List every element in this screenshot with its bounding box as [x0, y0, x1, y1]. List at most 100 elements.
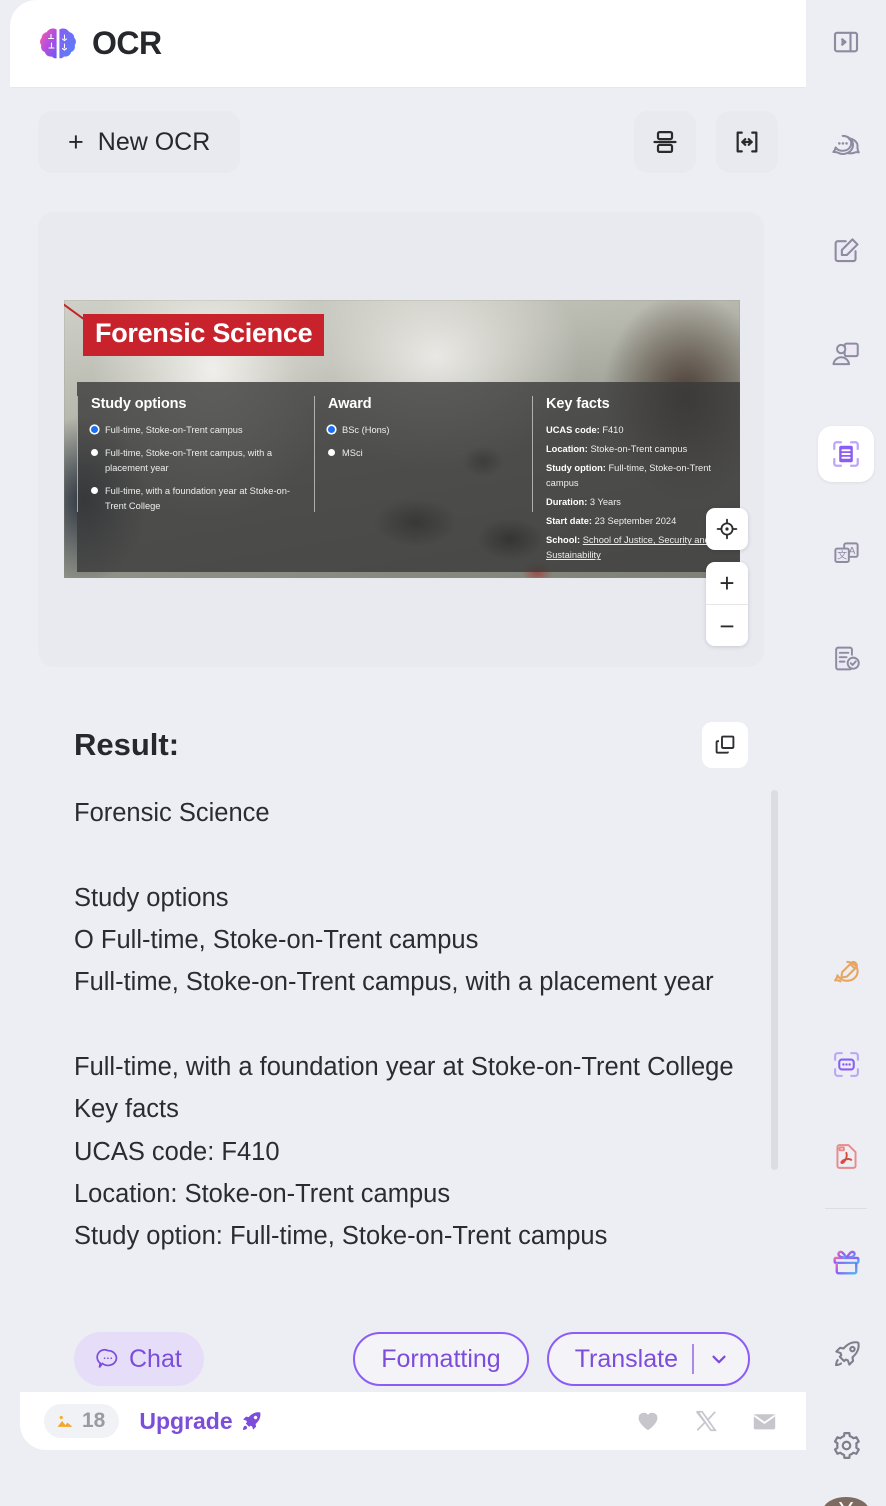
key-fact-row: Start date: 23 September 2024 — [546, 514, 726, 529]
scan-chat-icon — [831, 1049, 862, 1080]
document-check-icon — [831, 643, 862, 674]
sidebar-item-document-check[interactable] — [818, 630, 874, 686]
study-option-item: Full-time, Stoke-on-Trent campus — [91, 423, 300, 437]
toolbar: + New OCR — [10, 88, 806, 196]
credits-chip[interactable]: 18 — [44, 1404, 119, 1438]
formatting-button[interactable]: Formatting — [353, 1332, 528, 1386]
sidebar-item-person-image[interactable] — [818, 326, 874, 382]
translate-icon: 文 A — [831, 539, 862, 570]
translate-label: Translate — [575, 1345, 678, 1374]
sidebar-item-scan-chat[interactable] — [818, 1036, 874, 1092]
pdf-file-icon — [831, 1141, 862, 1172]
award-heading: Award — [328, 396, 518, 412]
study-option-label: Full-time, with a foundation year at Sto… — [105, 484, 300, 513]
edit-document-icon — [831, 235, 862, 266]
translate-button[interactable]: Translate — [547, 1332, 750, 1386]
award-label: MSci — [342, 446, 363, 460]
result-scrollbar[interactable] — [771, 790, 778, 1170]
award-label: BSc (Hons) — [342, 423, 390, 437]
fit-width-icon — [733, 128, 761, 156]
person-image-icon — [830, 338, 862, 370]
sidebar-item-gift[interactable] — [818, 1233, 874, 1289]
sidebar-item-ocr[interactable] — [818, 426, 874, 482]
rocket-icon — [831, 1338, 862, 1369]
key-fact-row: Study option: Full-time, Stoke-on-Trent … — [546, 461, 726, 491]
rocket-icon — [239, 1409, 263, 1433]
key-fact-value: 23 September 2024 — [595, 516, 677, 526]
right-sidebar: 文 A — [806, 0, 886, 1506]
upgrade-link[interactable]: Upgrade — [139, 1408, 262, 1435]
key-fact-row: UCAS code: F410 — [546, 423, 726, 438]
main-panel: OCR + New OCR — [0, 0, 806, 1506]
study-option-item: Full-time, with a foundation year at Sto… — [91, 484, 300, 513]
avatar[interactable]: Y — [823, 1497, 869, 1506]
panel-card: OCR + New OCR — [10, 0, 806, 1450]
translate-divider — [692, 1344, 694, 1374]
social-links — [635, 1408, 784, 1435]
result-text: Forensic Science Study options O Full-ti… — [74, 792, 746, 1258]
study-option-label: Full-time, Stoke-on-Trent campus, with a… — [105, 446, 300, 475]
sidebar-item-chat[interactable] — [818, 118, 874, 174]
zoom-controls: + − — [706, 562, 748, 646]
app-header: OCR — [10, 0, 806, 88]
key-facts-heading: Key facts — [546, 396, 726, 412]
sidebar-item-pdf[interactable] — [818, 1128, 874, 1184]
sidebar-item-rocket[interactable] — [818, 1325, 874, 1381]
upgrade-label: Upgrade — [139, 1408, 232, 1435]
mail-icon[interactable] — [751, 1408, 778, 1435]
copy-result-button[interactable] — [702, 722, 748, 768]
svg-text:文: 文 — [837, 548, 847, 561]
radio-icon — [328, 449, 335, 456]
study-options-heading: Study options — [91, 396, 300, 412]
key-fact-value: 3 Years — [590, 497, 621, 507]
result-title: Result: — [74, 727, 179, 763]
sidebar-item-panel-collapse[interactable] — [818, 14, 874, 70]
x-twitter-icon[interactable] — [693, 1408, 719, 1434]
key-fact-label: UCAS code: — [546, 425, 600, 435]
sidebar-item-edit-document[interactable] — [818, 222, 874, 278]
formatting-label: Formatting — [381, 1345, 500, 1374]
chat-bubbles-icon — [830, 130, 862, 162]
plus-icon: + — [68, 129, 84, 156]
recenter-button[interactable] — [706, 508, 748, 550]
sidebar-divider — [825, 1208, 867, 1209]
image-viewer-card[interactable]: Forensic Science Study options Full-time… — [38, 212, 764, 667]
key-fact-label: Location: — [546, 444, 588, 454]
copy-icon — [713, 733, 737, 757]
chat-bubble-icon — [96, 1347, 120, 1371]
heart-icon[interactable] — [635, 1408, 661, 1434]
sidebar-item-settings[interactable] — [818, 1417, 874, 1473]
new-ocr-button[interactable]: + New OCR — [38, 111, 240, 173]
app-root: OCR + New OCR — [0, 0, 886, 1506]
chevron-down-icon[interactable] — [708, 1348, 730, 1370]
split-horizontal-icon — [651, 128, 679, 156]
result-card: Result: Forensic Science Study options O… — [48, 690, 776, 1408]
document-info-overlay: Study options Full-time, Stoke-on-Trent … — [77, 382, 740, 572]
brain-logo — [38, 24, 78, 64]
result-body[interactable]: Forensic Science Study options O Full-ti… — [74, 792, 760, 1300]
zoom-in-button[interactable]: + — [706, 562, 748, 604]
split-view-button[interactable] — [634, 111, 696, 173]
key-fact-row: Location: Stoke-on-Trent campus — [546, 442, 726, 457]
ocr-scan-icon — [830, 438, 862, 470]
result-header: Result: — [48, 690, 776, 768]
image-icon — [55, 1411, 75, 1431]
gift-icon — [830, 1245, 863, 1278]
fit-width-button[interactable] — [716, 111, 778, 173]
chat-button[interactable]: Chat — [74, 1332, 204, 1386]
document-banner-title: Forensic Science — [83, 314, 324, 356]
result-actions: Chat Formatting Translate — [48, 1332, 776, 1386]
paint-brush-icon — [831, 957, 862, 988]
key-fact-label: Study option: — [546, 463, 606, 473]
document-image[interactable]: Forensic Science Study options Full-time… — [64, 300, 740, 578]
credits-count: 18 — [82, 1409, 105, 1433]
key-fact-label: Start date: — [546, 516, 592, 526]
sidebar-item-translate[interactable]: 文 A — [818, 526, 874, 582]
award-item: MSci — [328, 446, 518, 460]
radio-selected-icon — [91, 426, 98, 433]
zoom-out-button[interactable]: − — [706, 604, 748, 646]
sidebar-item-paint-brush[interactable] — [818, 944, 874, 1000]
key-fact-row: Duration: 3 Years — [546, 495, 726, 510]
toolbar-actions — [634, 111, 778, 173]
award-item: BSc (Hons) — [328, 423, 518, 437]
